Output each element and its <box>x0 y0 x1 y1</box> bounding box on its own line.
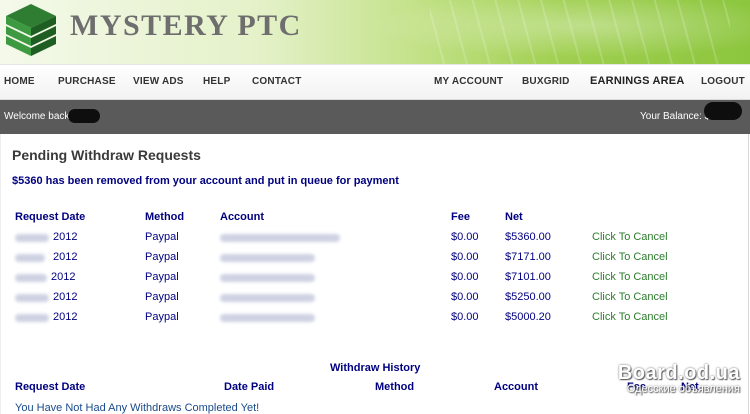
table-row-year: 2012 <box>53 311 78 323</box>
table-row-net: $5000.20 <box>505 311 551 323</box>
table-row-method: Paypal <box>145 271 179 283</box>
table-row-fee: $0.00 <box>451 251 479 263</box>
col-account: Account <box>220 211 264 223</box>
redacted-username <box>68 109 100 123</box>
cancel-request-link[interactable]: Click To Cancel <box>592 311 668 323</box>
redacted-account <box>220 314 315 322</box>
redacted-date <box>15 274 47 282</box>
cancel-request-link[interactable]: Click To Cancel <box>592 271 668 283</box>
table-row-year: 2012 <box>51 271 76 283</box>
redacted-balance <box>704 102 742 120</box>
col-method: Method <box>145 211 185 223</box>
history-col-method: Method <box>375 381 415 393</box>
nav-view-ads[interactable]: VIEW ADS <box>133 76 184 87</box>
cancel-request-link[interactable]: Click To Cancel <box>592 251 668 263</box>
header-globe-pattern <box>430 0 730 64</box>
queue-notice: $5360 has been removed from your account… <box>12 175 399 187</box>
col-fee: Fee <box>451 211 470 223</box>
history-col-account: Account <box>494 381 538 393</box>
redacted-account <box>220 254 315 262</box>
table-row-year: 2012 <box>53 291 78 303</box>
nav-earnings-area[interactable]: EARNINGS AREA <box>590 75 684 87</box>
table-row-net: $7171.00 <box>505 251 551 263</box>
empty-history-message: You Have Not Had Any Withdraws Completed… <box>15 402 260 414</box>
redacted-account <box>220 274 315 282</box>
nav-home[interactable]: HOME <box>4 76 35 87</box>
cancel-request-link[interactable]: Click To Cancel <box>592 291 668 303</box>
nav-contact[interactable]: CONTACT <box>252 76 302 87</box>
welcome-text: Welcome back <box>4 111 70 122</box>
logo-icon[interactable] <box>4 2 58 62</box>
main-nav: HOME PURCHASE VIEW ADS HELP CONTACT MY A… <box>0 64 750 100</box>
redacted-account <box>220 234 340 242</box>
nav-buxgrid[interactable]: BUXGRID <box>522 76 570 87</box>
table-row-method: Paypal <box>145 311 179 323</box>
cancel-request-link[interactable]: Click To Cancel <box>592 231 668 243</box>
history-col-request-date: Request Date <box>15 381 86 393</box>
table-row-net: $5250.00 <box>505 291 551 303</box>
watermark-site: Board.od.ua <box>617 362 740 384</box>
col-request-date: Request Date <box>15 211 86 223</box>
nav-purchase[interactable]: PURCHASE <box>58 76 116 87</box>
table-row-net: $7101.00 <box>505 271 551 283</box>
redacted-date <box>15 254 45 262</box>
redacted-date <box>15 294 49 302</box>
main-content: Pending Withdraw Requests $5360 has been… <box>0 134 750 414</box>
redacted-date <box>15 234 49 242</box>
site-header: MYSTERY PTC <box>0 0 750 64</box>
nav-help[interactable]: HELP <box>203 76 230 87</box>
table-row-year: 2012 <box>53 251 78 263</box>
watermark: Board.od.ua Одесские объявления <box>618 362 740 395</box>
balance-label: Your Balance: $ <box>640 111 711 122</box>
page-title: Pending Withdraw Requests <box>12 147 201 163</box>
withdraw-history-title: Withdraw History <box>330 362 421 374</box>
table-row-fee: $0.00 <box>451 291 479 303</box>
table-row-method: Paypal <box>145 251 179 263</box>
redacted-account <box>220 294 315 302</box>
table-row-year: 2012 <box>53 231 78 243</box>
watermark-caption: Одесские объявления <box>626 383 740 395</box>
table-row-method: Paypal <box>145 291 179 303</box>
user-bar: Welcome back Your Balance: $ <box>0 100 750 134</box>
col-net: Net <box>505 211 523 223</box>
brand-name[interactable]: MYSTERY PTC <box>70 9 302 43</box>
history-col-date-paid: Date Paid <box>224 381 275 393</box>
table-row-fee: $0.00 <box>451 311 479 323</box>
table-row-fee: $0.00 <box>451 271 479 283</box>
redacted-date <box>15 314 49 322</box>
table-row-fee: $0.00 <box>451 231 479 243</box>
nav-logout[interactable]: LOGOUT <box>701 76 745 87</box>
table-row-net: $5360.00 <box>505 231 551 243</box>
table-row-method: Paypal <box>145 231 179 243</box>
nav-my-account[interactable]: MY ACCOUNT <box>434 76 503 87</box>
